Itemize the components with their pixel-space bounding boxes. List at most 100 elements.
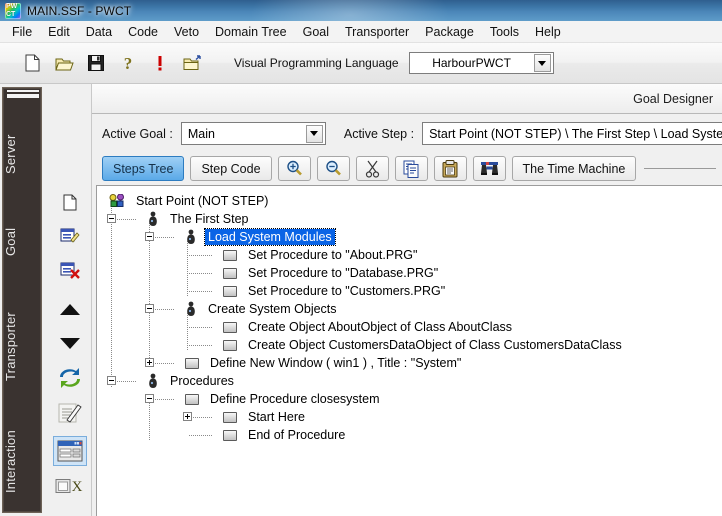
open-folder-icon: [54, 58, 74, 70]
chevron-down-icon[interactable]: [533, 54, 551, 72]
component-icon: [185, 393, 199, 405]
move-up-button[interactable]: [54, 296, 86, 324]
active-step-field[interactable]: Start Point (NOT STEP) \ The First Step …: [422, 122, 722, 145]
delete-form-button[interactable]: [54, 256, 86, 284]
save-button[interactable]: [82, 49, 110, 77]
component-icon: [223, 411, 237, 423]
tree-node[interactable]: Create Object AboutObject of Class About…: [97, 318, 722, 336]
exclamation-mark-icon: [158, 56, 162, 71]
paste-button[interactable]: [433, 156, 467, 181]
cut-button[interactable]: [355, 156, 389, 181]
tree-node[interactable]: Create Object CustomersDataObject of Cla…: [97, 336, 722, 354]
find-button[interactable]: [472, 156, 506, 181]
tree-node-label[interactable]: Start Point (NOT STEP): [133, 193, 271, 209]
menu-item-veto[interactable]: Veto: [166, 23, 207, 41]
goal-selection-row: Active Goal : Main Active Step : Start P…: [92, 115, 722, 152]
edit-form-icon: [60, 228, 80, 243]
tree-node-label[interactable]: Procedures: [167, 373, 237, 389]
tree-node-label[interactable]: Load System Modules: [204, 228, 336, 246]
tree-node-label[interactable]: Create Object AboutObject of Class About…: [245, 319, 515, 335]
steps-tree-panel[interactable]: Start Point (NOT STEP) The First Step Load…: [96, 185, 722, 516]
menu-item-transporter[interactable]: Transporter: [337, 23, 417, 41]
close-designer-button[interactable]: X: [54, 472, 86, 500]
tree-node[interactable]: Load System Modules: [97, 228, 722, 246]
time-machine-button[interactable]: The Time Machine: [511, 156, 637, 181]
tree-node[interactable]: The First Step: [97, 210, 722, 228]
tree-node[interactable]: Set Procedure to "About.PRG": [97, 246, 722, 264]
tree-node-label[interactable]: End of Procedure: [245, 427, 348, 443]
sidebar-item-transporter[interactable]: Transporter: [3, 284, 41, 409]
edit-form-button[interactable]: [54, 222, 86, 250]
tree-node-label[interactable]: Set Procedure to "Customers.PRG": [245, 283, 448, 299]
component-icon: [223, 285, 237, 297]
panel-grip[interactable]: [7, 90, 39, 98]
main-toolbar: ? Visual Programming Language HarbourPWC…: [0, 43, 722, 84]
chevron-down-icon[interactable]: [305, 124, 323, 143]
active-goal-value: Main: [187, 126, 215, 141]
about-button[interactable]: [146, 49, 174, 77]
tree-node[interactable]: Define New Window ( win1 ) , Title : "Sy…: [97, 354, 722, 372]
tree-node[interactable]: End of Procedure: [97, 426, 722, 444]
menu-item-goal[interactable]: Goal: [295, 23, 337, 41]
active-goal-combo[interactable]: Main: [180, 122, 326, 145]
refresh-button[interactable]: [54, 364, 86, 392]
menu-item-help[interactable]: Help: [527, 23, 569, 41]
zoom-in-icon: [286, 160, 302, 176]
move-down-icon: [60, 338, 80, 349]
new-file-button[interactable]: [18, 49, 46, 77]
tab-step-code[interactable]: Step Code: [190, 156, 272, 181]
menu-item-package[interactable]: Package: [417, 23, 482, 41]
tree-node-label[interactable]: Create Object CustomersDataObject of Cla…: [245, 337, 625, 353]
active-step-label: Active Step :: [343, 126, 415, 141]
menu-item-domain-tree[interactable]: Domain Tree: [207, 23, 295, 41]
open-file-button[interactable]: [50, 49, 78, 77]
step-icon: [185, 301, 197, 317]
notes-button[interactable]: [54, 399, 86, 427]
tree-node-label[interactable]: Set Procedure to "Database.PRG": [245, 265, 441, 281]
sidebar-item-goal[interactable]: Goal: [3, 203, 41, 281]
menubar: File Edit Data Code Veto Domain Tree Goa…: [0, 21, 722, 43]
clipboard-icon: [442, 159, 458, 177]
page-title: Goal Designer: [633, 91, 713, 106]
tree-node[interactable]: Set Procedure to "Database.PRG": [97, 264, 722, 282]
zoom-in-button[interactable]: [277, 156, 311, 181]
tree-node-label[interactable]: Define Procedure closesystem: [207, 391, 383, 407]
sidebar-item-server[interactable]: Server: [3, 108, 41, 200]
toolbar-separator: [644, 168, 716, 169]
tab-steps-tree[interactable]: Steps Tree: [102, 156, 185, 181]
menu-item-code[interactable]: Code: [120, 23, 166, 41]
tree-node[interactable]: Start Here: [97, 408, 722, 426]
tree-node-label[interactable]: Create System Objects: [205, 301, 340, 317]
designer-header: Goal Designer: [92, 84, 722, 114]
tree-node-label[interactable]: Start Here: [245, 409, 308, 425]
tree-node[interactable]: Define Procedure closesystem: [97, 390, 722, 408]
tree-node[interactable]: Set Procedure to "Customers.PRG": [97, 282, 722, 300]
move-down-button[interactable]: [54, 329, 86, 357]
tree-node-label[interactable]: Define New Window ( win1 ) , Title : "Sy…: [207, 355, 464, 371]
language-combo-value: HarbourPWCT: [432, 56, 511, 70]
new-document-button[interactable]: [54, 188, 86, 216]
component-icon: [185, 357, 199, 369]
menu-item-file[interactable]: File: [4, 23, 40, 41]
copy-button[interactable]: [394, 156, 428, 181]
move-up-icon: [60, 304, 80, 315]
menu-item-data[interactable]: Data: [78, 23, 120, 41]
close-icon: X: [55, 479, 83, 494]
help-button[interactable]: ?: [114, 49, 142, 77]
start-point-icon: [109, 193, 125, 208]
tool-icon-rail: X: [48, 84, 92, 516]
svg-text:?: ?: [124, 54, 133, 72]
tree-node[interactable]: Procedures: [97, 372, 722, 390]
window-designer-button[interactable]: [53, 436, 87, 466]
open-recent-button[interactable]: [178, 49, 206, 77]
language-combo[interactable]: HarbourPWCT: [408, 52, 554, 74]
menu-item-tools[interactable]: Tools: [482, 23, 527, 41]
menu-item-edit[interactable]: Edit: [40, 23, 78, 41]
sidebar-item-interaction[interactable]: Interaction: [3, 412, 41, 512]
tree-node-label[interactable]: Set Procedure to "About.PRG": [245, 247, 420, 263]
tree-node-label[interactable]: The First Step: [167, 211, 252, 227]
zoom-out-button[interactable]: [316, 156, 350, 181]
tree-node[interactable]: Start Point (NOT STEP): [97, 192, 722, 210]
pwct-main-window: PW CT MAIN.SSF - PWCT File Edit Data Code…: [0, 0, 722, 516]
tree-node[interactable]: Create System Objects: [97, 300, 722, 318]
